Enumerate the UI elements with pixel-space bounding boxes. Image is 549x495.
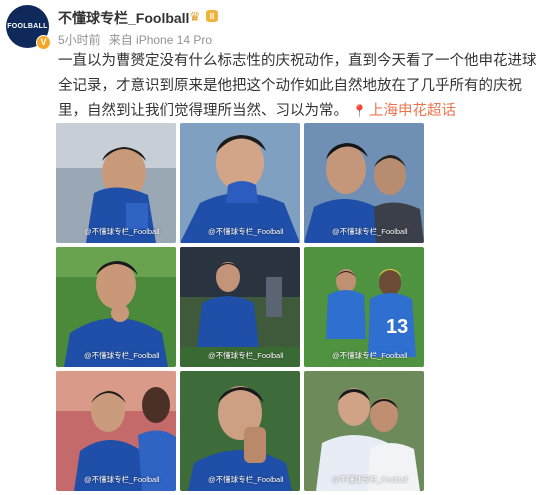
watermark: @不懂球专栏_Foolball (208, 475, 284, 484)
photo-5[interactable]: @不懂球专栏_Foolball (180, 247, 300, 367)
photo-6[interactable]: 13 @不懂球专栏_Foolball (304, 247, 424, 367)
image-grid: @不懂球专栏_Foolball @不懂球专栏_Foolball @不懂球专栏_F… (56, 123, 424, 491)
post-body: 一直以为曹赟定没有什么标志性的庆祝动作，直到今天看了一个他申花进球全记录，才意识… (58, 53, 537, 119)
watermark: @不懂球专栏_Foolball (84, 351, 160, 360)
watermark: @不懂球专栏_Foolball (208, 227, 284, 236)
watermark: @不懂球专栏_Foolball (84, 227, 160, 236)
watermark: @不懂球专栏_Foolball (332, 227, 408, 236)
photo-4[interactable]: @不懂球专栏_Foolball (56, 247, 176, 367)
post-source: 来自 iPhone 14 Pro (108, 33, 213, 47)
photo-7[interactable]: @不懂球专栏_Foolball (56, 371, 176, 491)
photo-3[interactable]: @不懂球专栏_Foolball (304, 123, 424, 243)
photo-1[interactable]: @不懂球专栏_Foolball (56, 123, 176, 243)
topic-label: 上海申花超话 (368, 103, 456, 119)
username[interactable]: 不懂球专栏_Foolball (58, 8, 189, 28)
topic-link[interactable]: 📍 上海申花超话 (352, 103, 456, 119)
photo-2[interactable]: @不懂球专栏_Foolball (180, 123, 300, 243)
post-time[interactable]: 5小时前 (58, 33, 101, 47)
jersey-number: 13 (386, 316, 408, 338)
watermark: @不懂球专栏_Foolball (208, 351, 284, 360)
level-badge: II (206, 10, 218, 22)
location-pin-icon: 📍 (352, 104, 367, 118)
watermark: @不懂球专栏_Foolball (332, 351, 408, 360)
post-meta: 5小时前 来自 iPhone 14 Pro (58, 31, 220, 48)
photo-9[interactable]: @不懂球专栏_Foolball (304, 371, 424, 491)
watermark: @不懂球专栏_Foolball (84, 475, 160, 484)
crown-icon: ♛ (189, 9, 201, 24)
photo-8[interactable]: @不懂球专栏_Foolball (180, 371, 300, 491)
avatar-logo-text: FOOLBALL (7, 23, 48, 30)
post-text: 一直以为曹赟定没有什么标志性的庆祝动作，直到今天看了一个他申花进球全记录，才意识… (58, 49, 544, 124)
watermark: @不懂球专栏_Foolball (332, 475, 408, 484)
verified-badge-icon: V (36, 35, 51, 50)
